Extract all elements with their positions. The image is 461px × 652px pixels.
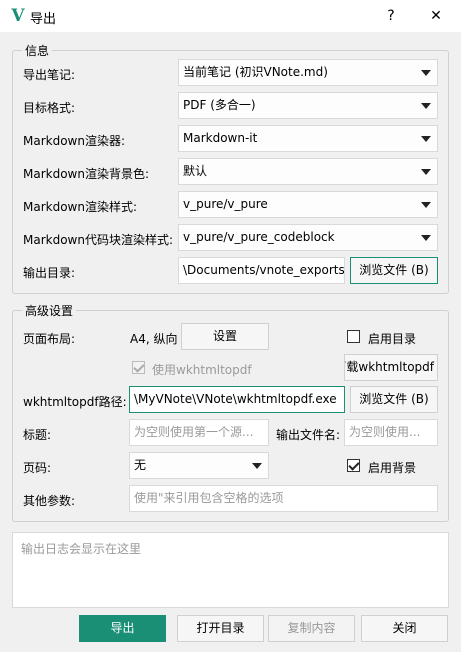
target-format-value: PDF (多合一) [183, 98, 256, 112]
export-note-label: 导出笔记: [23, 68, 76, 82]
export-note-value: 当前笔记 (初识VNote.md) [183, 65, 328, 79]
browse-wkhtml-button[interactable]: 浏览文件 (B) [350, 386, 438, 413]
other-args-label: 其他参数: [23, 494, 76, 508]
render-bg-label: Markdown渲染背景色: [23, 167, 150, 181]
advanced-group-title: 高级设置 [22, 302, 77, 319]
chevron-down-icon [421, 103, 431, 109]
download-wkhtml-button[interactable]: 下载wkhtmltopdf [344, 354, 438, 381]
help-button[interactable]: ? [376, 2, 406, 30]
page-number-value: 无 [134, 458, 147, 472]
render-bg-combo[interactable]: 默认 [178, 158, 438, 185]
page-settings-button[interactable]: 设置 [181, 323, 269, 350]
output-dir-label: 输出目录: [23, 266, 76, 280]
output-name-input[interactable]: 为空则使用... [344, 419, 438, 446]
export-note-combo[interactable]: 当前笔记 (初识VNote.md) [178, 59, 438, 86]
renderer-label: Markdown渲染器: [23, 134, 126, 148]
render-style-label: Markdown渲染样式: [23, 200, 138, 214]
title-input[interactable]: 为空则使用第一个源... [129, 419, 269, 446]
other-args-input[interactable]: 使用"来引用包含空格的选项 [129, 485, 438, 512]
output-name-label: 输出文件名: [276, 428, 341, 442]
wkhtml-path-input[interactable]: \MyVNote\VNote\wkhtmltopdf.exe [129, 386, 345, 413]
renderer-combo[interactable]: Markdown-it [178, 125, 438, 152]
use-wkhtml-checkbox[interactable] [132, 361, 145, 374]
vnote-logo-icon: V [11, 6, 25, 26]
info-group-title: 信息 [22, 42, 53, 59]
export-button[interactable]: 导出 [79, 615, 166, 642]
chevron-down-icon [252, 463, 262, 469]
page-number-label: 页码: [23, 461, 52, 475]
chevron-down-icon [421, 169, 431, 175]
target-format-label: 目标格式: [23, 101, 76, 115]
copy-content-button[interactable]: 复制内容 [268, 615, 355, 642]
output-dir-input[interactable]: \Documents/vnote_exports [178, 257, 345, 284]
use-wkhtml-label: 使用wkhtmltopdf [152, 363, 252, 377]
enable-toc-checkbox[interactable] [347, 330, 360, 343]
wkhtml-path-value: \MyVNote\VNote\wkhtmltopdf.exe [134, 392, 337, 406]
output-log[interactable]: 输出日志会显示在这里 [12, 532, 449, 608]
wkhtml-path-label: wkhtmltopdf路径: [23, 395, 127, 409]
render-style-value: v_pure/v_pure [183, 197, 268, 211]
close-icon[interactable]: ✕ [421, 2, 451, 30]
codeblock-style-label: Markdown代码块渲染样式: [23, 233, 174, 247]
title-label: 标题: [23, 428, 52, 442]
page-number-combo[interactable]: 无 [129, 452, 269, 479]
enable-toc-label: 启用目录 [368, 332, 417, 346]
chevron-down-icon [421, 235, 431, 241]
codeblock-style-combo[interactable]: v_pure/v_pure_codeblock [178, 224, 438, 251]
page-layout-label: 页面布局: [23, 332, 76, 346]
render-bg-value: 默认 [183, 164, 208, 178]
chevron-down-icon [421, 202, 431, 208]
target-format-combo[interactable]: PDF (多合一) [178, 92, 438, 119]
window-title: 导出 [30, 12, 57, 27]
close-button[interactable]: 关闭 [361, 615, 448, 642]
chevron-down-icon [421, 136, 431, 142]
download-wkhtml-label: 下载wkhtmltopdf [344, 360, 434, 374]
open-dir-button[interactable]: 打开目录 [177, 615, 264, 642]
enable-background-label: 启用背景 [368, 461, 417, 475]
chevron-down-icon [421, 70, 431, 76]
enable-background-checkbox[interactable] [347, 459, 360, 472]
renderer-value: Markdown-it [183, 131, 258, 145]
codeblock-style-value: v_pure/v_pure_codeblock [183, 230, 335, 244]
render-style-combo[interactable]: v_pure/v_pure [178, 191, 438, 218]
page-layout-value: A4, 纵向 [130, 332, 178, 346]
browse-output-dir-button[interactable]: 浏览文件 (B) [350, 257, 438, 284]
output-log-placeholder: 输出日志会显示在这里 [21, 542, 142, 556]
